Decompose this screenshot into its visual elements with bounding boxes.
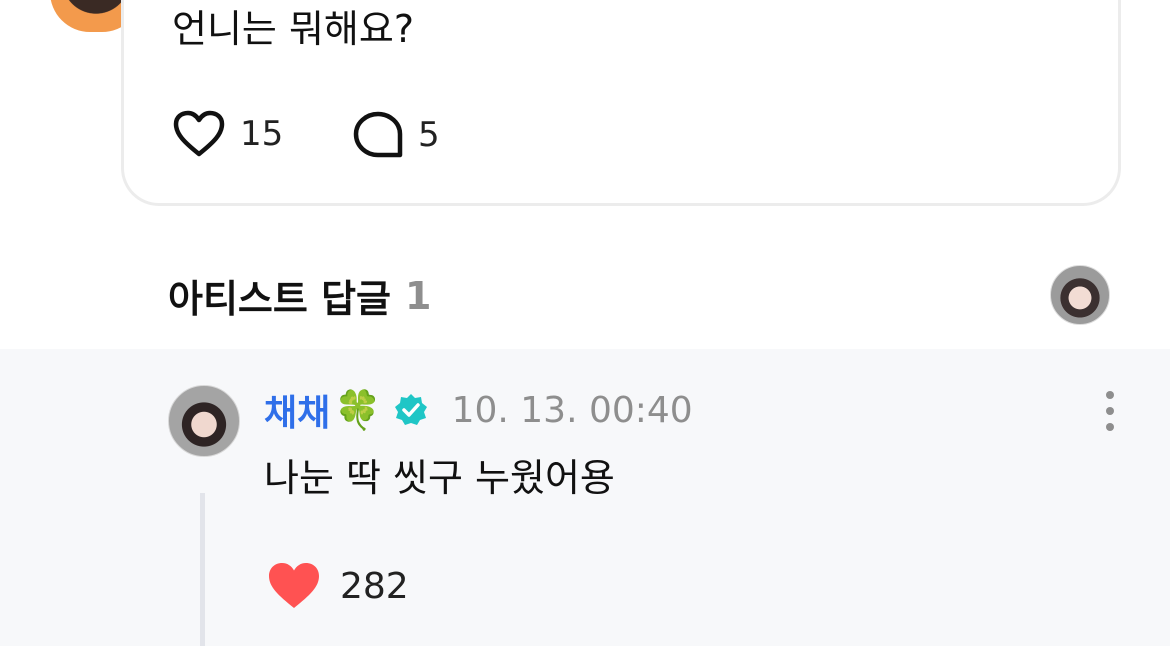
post-text: 언니는 뭐해요?: [172, 7, 415, 51]
reply-meta: 채채 🍀 10. 13. 00:40: [264, 384, 693, 436]
verified-badge-icon: [394, 394, 427, 425]
clover-icon: 🍀: [334, 387, 382, 432]
like-count: 15: [240, 114, 284, 154]
heart-filled-icon: [269, 563, 319, 608]
comment-button[interactable]: 5: [352, 110, 440, 160]
heart-outline-icon: [173, 110, 225, 157]
reply-text: 나눈 딱 씻구 누웠어용: [264, 456, 615, 500]
reply-timestamp: 10. 13. 00:40: [451, 389, 693, 431]
reply-author-avatar[interactable]: [168, 385, 240, 457]
reply-like-button[interactable]: 282: [266, 561, 409, 611]
thread-line: [200, 493, 205, 646]
more-options-button[interactable]: [1098, 391, 1122, 431]
reply-like-count: 282: [340, 565, 409, 607]
artist-replies-title: 아티스트 답글: [168, 277, 391, 321]
artist-replies-count: 1: [405, 273, 432, 318]
artist-reply: 채채 🍀 10. 13. 00:40 나눈 딱 씻구 누웠어용 282: [0, 349, 1170, 646]
reply-author-name[interactable]: 채채: [264, 384, 330, 436]
comment-count: 5: [418, 115, 440, 155]
artist-replies-header: 아티스트 답글 1: [168, 268, 431, 323]
speech-bubble-icon: [353, 111, 403, 158]
artist-avatar[interactable]: [1050, 265, 1110, 325]
post-card: 언니는 뭐해요? 15 5: [121, 0, 1121, 206]
like-button[interactable]: 15: [172, 110, 283, 158]
more-vertical-icon: [1106, 391, 1114, 399]
